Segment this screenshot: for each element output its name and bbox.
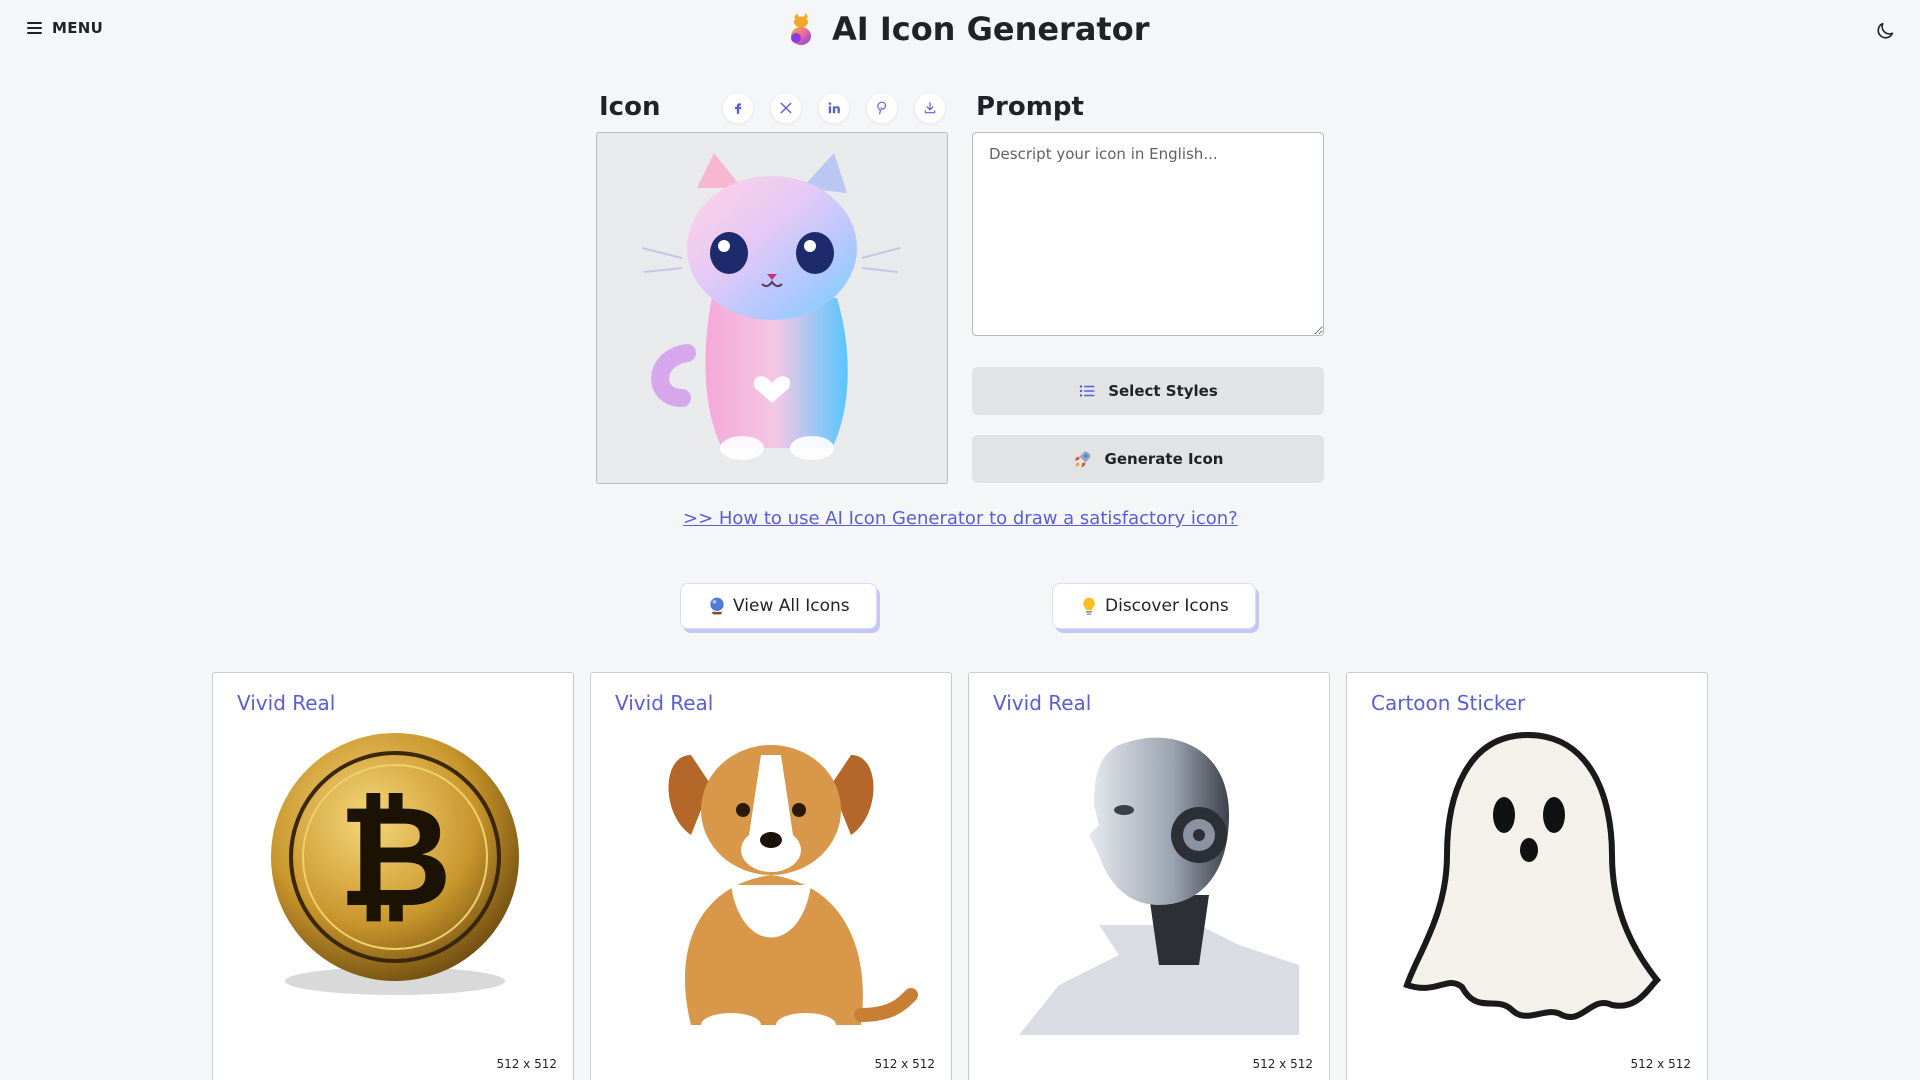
view-all-icons-label: View All Icons — [733, 596, 850, 616]
prompt-section-title: Prompt — [976, 92, 1084, 122]
cat-logo-icon — [791, 13, 811, 45]
linkedin-share-button[interactable] — [818, 92, 850, 124]
gallery-card[interactable]: Vivid Real ₿ 512 x 512 — [212, 672, 574, 1080]
share-toolbar — [722, 92, 946, 124]
crystal-ball-icon — [710, 597, 724, 615]
card-size-label: 512 x 512 — [1252, 1057, 1313, 1071]
download-button[interactable] — [914, 92, 946, 124]
hamburger-icon — [27, 22, 42, 34]
x-share-button[interactable] — [770, 92, 802, 124]
robot-head-image — [1019, 737, 1299, 1035]
bitcoin-coin-image: ₿ — [271, 733, 519, 995]
gallery-card[interactable]: Cartoon Sticker 512 x 512 — [1346, 672, 1708, 1080]
card-style-label: Cartoon Sticker — [1371, 691, 1526, 715]
card-size-label: 512 x 512 — [1630, 1057, 1691, 1071]
svg-text:₿: ₿ — [338, 776, 452, 939]
rocket-icon — [1074, 451, 1091, 468]
card-size-label: 512 x 512 — [874, 1057, 935, 1071]
select-styles-button[interactable]: Select Styles — [972, 367, 1324, 415]
light-bulb-icon — [1083, 597, 1095, 615]
brand[interactable]: AI Icon Generator — [786, 10, 1149, 48]
app-title: AI Icon Generator — [832, 10, 1150, 48]
view-all-icons-button[interactable]: View All Icons — [680, 583, 877, 629]
discover-icons-label: Discover Icons — [1105, 596, 1229, 616]
card-style-label: Vivid Real — [993, 691, 1092, 715]
puppy-image — [668, 745, 918, 1035]
menu-button[interactable]: MENU — [27, 19, 103, 37]
card-style-label: Vivid Real — [237, 691, 336, 715]
how-to-use-link[interactable]: >> How to use AI Icon Generator to draw … — [683, 508, 1238, 529]
icon-section-title: Icon — [599, 92, 661, 122]
dark-mode-toggle-icon[interactable] — [1874, 20, 1896, 42]
linkedin-icon — [828, 102, 840, 114]
ghost-sticker-image — [1403, 731, 1662, 1020]
download-icon — [924, 102, 936, 114]
icon-preview — [596, 132, 948, 484]
discover-icons-button[interactable]: Discover Icons — [1052, 583, 1256, 629]
card-size-label: 512 x 512 — [496, 1057, 557, 1071]
pinterest-share-button[interactable] — [866, 92, 898, 124]
prompt-input[interactable] — [972, 132, 1324, 336]
facebook-icon — [735, 103, 742, 114]
x-icon — [780, 102, 792, 114]
card-style-label: Vivid Real — [615, 691, 714, 715]
pinterest-icon — [877, 101, 887, 115]
facebook-share-button[interactable] — [722, 92, 754, 124]
list-icon — [1080, 385, 1095, 397]
cat-preview-image — [642, 153, 901, 460]
page: MENU AI Icon Generator Icon Prompt Descr… — [0, 0, 1920, 1080]
generate-icon-button[interactable]: Generate Icon — [972, 435, 1324, 483]
generate-icon-label: Generate Icon — [1104, 450, 1224, 468]
gallery-card[interactable]: Vivid Real 512 x 512 — [968, 672, 1330, 1080]
menu-label: MENU — [52, 19, 104, 37]
select-styles-label: Select Styles — [1108, 382, 1218, 400]
gallery-card[interactable]: Vivid Real 512 x 512 — [590, 672, 952, 1080]
